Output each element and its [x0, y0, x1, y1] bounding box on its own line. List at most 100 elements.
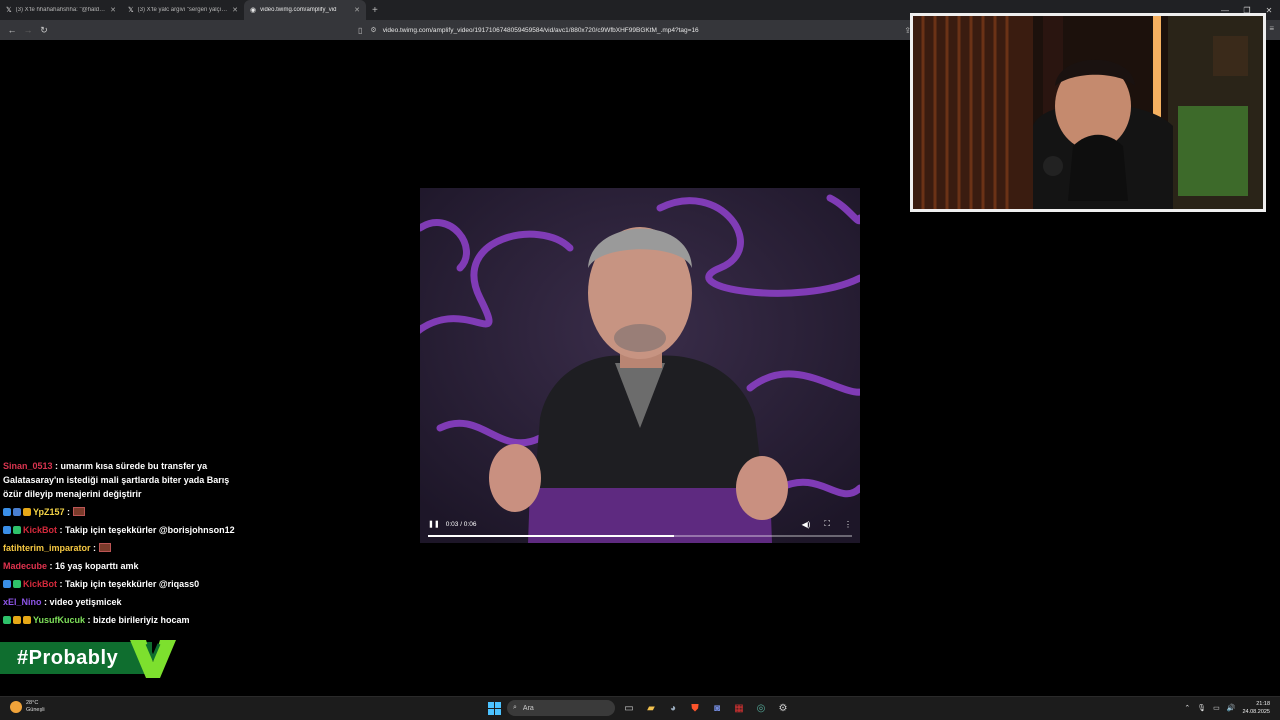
brand-logo-icon [130, 640, 176, 678]
taskbar-apps: ⌕ Ara ▭ ▰ ◕ ⛊ ◙ ▦ ◎ ⚙ [488, 700, 791, 716]
weather-temp: 28°C [26, 700, 39, 706]
task-view-icon[interactable]: ▭ [621, 700, 637, 716]
promo-banner: #Probably [0, 640, 176, 678]
chat-separator: : [64, 507, 73, 517]
brave-browser-icon[interactable]: ⛊ [687, 700, 703, 716]
microphone-icon[interactable]: 🎙 [1197, 704, 1206, 712]
search-icon: ⌕ [513, 704, 517, 711]
more-options-icon[interactable]: ⋮ [844, 520, 852, 529]
new-tab-button[interactable]: + [366, 5, 384, 16]
chat-text: Takip için teşekkürler @borisjohnson12 [65, 525, 235, 535]
chat-message: KickBot : Takip için teşekkürler @borisj… [3, 523, 249, 537]
chat-separator: : [57, 579, 66, 589]
bookmark-icon[interactable]: ▯ [358, 26, 362, 35]
forward-icon[interactable]: → [20, 25, 36, 35]
screen: 𝕏 (3) X'te hhahahahshha: "@haldunsim ✕ 𝕏… [0, 0, 1280, 720]
pause-icon[interactable]: ❚❚ [428, 520, 440, 528]
promo-text: #Probably [17, 647, 119, 669]
close-tab-icon[interactable]: ✕ [110, 6, 116, 14]
video-progress-bar[interactable] [428, 535, 852, 537]
close-tab-icon[interactable]: ✕ [354, 6, 360, 14]
x-logo-icon: 𝕏 [128, 7, 134, 14]
weather-widget[interactable]: 28°C Güneşli [10, 700, 45, 714]
x-logo-icon: 𝕏 [6, 7, 12, 14]
chat-text: Takip için teşekkürler @riqass0 [65, 579, 200, 589]
clock-date: 24.08.2025 [1242, 709, 1270, 715]
menu-icon[interactable]: ≡ [1269, 24, 1274, 33]
video-control-row: ❚❚ 0:03 / 0:06 ◀) ⛶ ⋮ [428, 519, 852, 529]
video-progress-fill [428, 535, 674, 537]
settings-icon[interactable]: ⚙ [775, 700, 791, 716]
chat-badge-icon [13, 508, 21, 516]
chat-message: Madecube : 16 yaş koparttı amk [3, 559, 249, 573]
url-text: video.twimg.com/amplify_video/1917106748… [382, 26, 699, 34]
steam-icon[interactable]: ◕ [665, 700, 681, 716]
chat-username[interactable]: KickBot [23, 579, 57, 589]
speaker-icon: ◉ [250, 7, 257, 14]
chat-badge-icon [3, 580, 11, 588]
chat-separator: : [90, 543, 99, 553]
chat-message: fatihterim_imparator : [3, 541, 249, 555]
sun-icon [10, 701, 22, 713]
chat-badge-icon [13, 526, 21, 534]
calendar-app-icon[interactable]: ▦ [731, 700, 747, 716]
chat-emote-icon [72, 507, 85, 516]
reload-icon[interactable]: ↻ [36, 25, 52, 36]
chat-separator: : [85, 615, 94, 625]
chat-overlay: Sinan_0513 : umarım kısa sürede bu trans… [0, 455, 252, 625]
volume-icon[interactable]: ◀) [802, 520, 811, 529]
chat-emote-icon [98, 543, 111, 552]
webcam-feed [913, 16, 1263, 209]
chat-badge-icon [13, 616, 21, 624]
video-time: 0:03 / 0:06 [445, 520, 477, 528]
chat-username[interactable]: xEl_Nino [3, 597, 42, 607]
tab-title: video.twimg.com/amplify_vid [260, 7, 337, 13]
chat-badge-icon [13, 580, 21, 588]
weather-desc: Güneşli [26, 707, 45, 713]
chat-username[interactable]: YpZ157 [33, 507, 65, 517]
discord-icon[interactable]: ◙ [709, 700, 725, 716]
chat-text: bizde birileriyiz hocam [93, 615, 190, 625]
chat-username[interactable]: YusufKucuk [33, 615, 85, 625]
back-icon[interactable]: ← [4, 25, 20, 35]
tab-title: (3) X'te yalc argivi "sergen yalçın - bi [137, 7, 229, 13]
chat-username[interactable]: KickBot [23, 525, 57, 535]
chat-separator: : [57, 525, 66, 535]
chat-badge-icon [23, 616, 31, 624]
tab-3[interactable]: ◉ video.twimg.com/amplify_vid ✕ [244, 0, 366, 20]
chat-separator: : [47, 561, 56, 571]
site-info-icon[interactable]: ⚙ [370, 26, 376, 34]
network-icon[interactable]: ▭ [1213, 704, 1220, 712]
chat-separator: : [41, 597, 50, 607]
chat-text: video yetişmicek [49, 597, 122, 607]
chat-badge-icon [3, 508, 11, 516]
tab-2[interactable]: 𝕏 (3) X'te yalc argivi "sergen yalçın - … [122, 0, 244, 20]
start-icon[interactable] [488, 701, 501, 715]
file-explorer-icon[interactable]: ▰ [643, 700, 659, 716]
clock[interactable]: 21:18 24.08.2025 [1242, 700, 1270, 716]
address-bar[interactable]: ⚙ video.twimg.com/amplify_video/19171067… [370, 22, 890, 38]
clock-time: 21:18 [1256, 701, 1270, 707]
windows-taskbar: 28°C Güneşli ⌕ Ara ▭ ▰ ◕ ⛊ ◙ ▦ ◎ ⚙ ⌃ 🎙 ▭… [0, 696, 1280, 720]
tab-title: (3) X'te hhahahahshha: "@haldunsim [15, 7, 107, 13]
chat-separator: : [52, 461, 61, 471]
volume-tray-icon[interactable]: 🔊 [1227, 704, 1236, 712]
chat-text: 16 yaş koparttı amk [55, 561, 139, 571]
chevron-up-icon[interactable]: ⌃ [1184, 704, 1190, 712]
chat-badge-icon [23, 508, 31, 516]
webcam-overlay [910, 13, 1266, 212]
video-frame [420, 188, 860, 543]
close-tab-icon[interactable]: ✕ [232, 6, 238, 14]
tab-1[interactable]: 𝕏 (3) X'te hhahahahshha: "@haldunsim ✕ [0, 0, 122, 20]
taskbar-search[interactable]: ⌕ Ara [507, 700, 615, 716]
chat-username[interactable]: fatihterim_imparator [3, 543, 91, 553]
chat-username[interactable]: Sinan_0513 [3, 461, 53, 471]
video-player[interactable]: ❚❚ 0:03 / 0:06 ◀) ⛶ ⋮ [420, 188, 860, 543]
chat-username[interactable]: Madecube [3, 561, 47, 571]
chat-app-icon[interactable]: ◎ [753, 700, 769, 716]
chat-badge-icon [3, 526, 11, 534]
chat-message: xEl_Nino : video yetişmicek [3, 595, 249, 609]
chat-badge-icon [3, 616, 11, 624]
fullscreen-icon[interactable]: ⛶ [824, 519, 830, 529]
chat-message: YpZ157 : [3, 505, 249, 519]
